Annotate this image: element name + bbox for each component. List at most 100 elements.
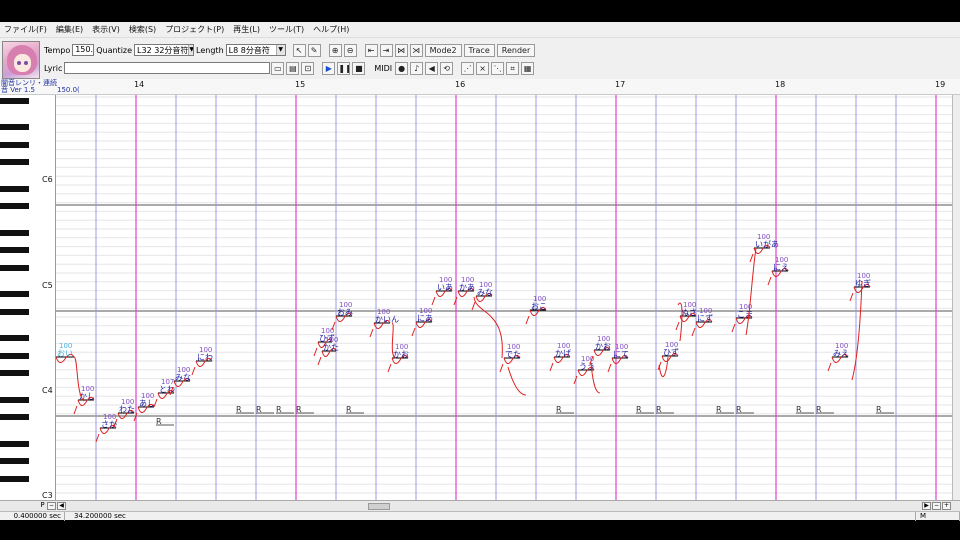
menu-view[interactable]: 表示(V): [92, 24, 120, 35]
jump-start-icon[interactable]: ⇤: [364, 43, 378, 57]
loop-icon[interactable]: ⟲: [440, 61, 454, 75]
rest-label[interactable]: R: [346, 405, 352, 414]
rest-label[interactable]: R: [156, 417, 162, 426]
pointer-tool-icon[interactable]: ↖: [292, 43, 306, 57]
horizontal-scrollbar[interactable]: P − ◀ ▶ − +: [0, 500, 960, 511]
black-key[interactable]: [0, 440, 29, 447]
rest-label[interactable]: R: [256, 405, 262, 414]
note-lyric[interactable]: みえ: [833, 349, 849, 358]
vertical-scrollbar[interactable]: [952, 95, 960, 500]
record-icon[interactable]: ●: [395, 61, 409, 75]
rest-label[interactable]: R: [656, 405, 662, 414]
menu-edit[interactable]: 編集(E): [56, 24, 83, 35]
tempo-marker[interactable]: 150.0(: [57, 87, 80, 94]
length-select[interactable]: L8 8分音符 ▼: [225, 44, 286, 56]
menu-playback[interactable]: 再生(L): [233, 24, 260, 35]
render-button[interactable]: Render: [496, 43, 536, 57]
note-lyric[interactable]: うう: [579, 362, 595, 371]
piano-keyboard[interactable]: C6 C5 C4 C3: [0, 95, 56, 500]
jump-end-icon[interactable]: ⇥: [379, 43, 393, 57]
note-lyric[interactable]: かげ: [555, 349, 571, 358]
black-key[interactable]: [0, 203, 29, 210]
black-key[interactable]: [0, 475, 29, 482]
lyric-input[interactable]: [64, 62, 271, 74]
menu-project[interactable]: プロジェクト(P): [165, 24, 224, 35]
quantize-select[interactable]: L32 32分音符 ▼: [134, 44, 195, 56]
rest-label[interactable]: R: [816, 405, 822, 414]
note-lyric[interactable]: みな: [175, 373, 191, 382]
piano-roll[interactable]: おい 100 かし 100 さか 100 わた 100 あし 100 とわ 107 みな 100 にわ 100…: [56, 95, 952, 500]
rest-label[interactable]: R: [636, 405, 642, 414]
note-lyric[interactable]: かお: [595, 342, 611, 351]
menu-search[interactable]: 検索(S): [129, 24, 156, 35]
rest-label[interactable]: R: [876, 405, 882, 414]
pitch-tool-3-icon[interactable]: ⋱: [491, 61, 505, 75]
black-key[interactable]: [0, 291, 29, 298]
note-lyric[interactable]: にあ: [417, 314, 433, 323]
note-lyric[interactable]: いあ: [437, 283, 453, 292]
note-lyric[interactable]: こま: [737, 310, 753, 319]
rest-label[interactable]: R: [556, 405, 562, 414]
mode2-button[interactable]: Mode2: [424, 43, 462, 57]
black-key[interactable]: [0, 247, 29, 254]
metronome-icon[interactable]: ♪: [410, 61, 424, 75]
rest-label[interactable]: R: [796, 405, 802, 414]
black-key[interactable]: [0, 159, 29, 166]
tempo-input[interactable]: 150.0: [72, 44, 95, 56]
singer-avatar[interactable]: [2, 41, 40, 79]
black-key[interactable]: [0, 124, 29, 130]
mode-c-icon[interactable]: ⊡: [301, 61, 315, 75]
pitch-tool-4-icon[interactable]: ⌗: [506, 61, 520, 75]
rest-label[interactable]: R: [276, 405, 282, 414]
pitch-tool-2-icon[interactable]: ⨯: [476, 61, 490, 75]
zoom-in-icon[interactable]: ⊕: [328, 43, 342, 57]
note-lyric[interactable]: かいん: [375, 315, 399, 324]
rest-label[interactable]: R: [716, 405, 722, 414]
stop-icon[interactable]: ■: [352, 61, 366, 75]
note-lyric[interactable]: わた: [119, 405, 135, 414]
black-key[interactable]: [0, 141, 29, 148]
speaker-icon[interactable]: ◀: [425, 61, 439, 75]
black-key[interactable]: [0, 335, 29, 341]
pause-icon[interactable]: ❚❚: [337, 61, 351, 75]
zoom-out-icon[interactable]: ⊖: [343, 43, 357, 57]
menu-tools[interactable]: ツール(T): [269, 24, 304, 35]
pitch-tool-1-icon[interactable]: ⋰: [461, 61, 475, 75]
black-key[interactable]: [0, 458, 29, 465]
black-key[interactable]: [0, 97, 29, 104]
note-lyric[interactable]: ぬさ: [681, 308, 697, 317]
note-lyric[interactable]: おみ: [337, 308, 353, 317]
piano-roll-canvas[interactable]: おい100かし100さか100わた100 あし100とわ107 みな100にわ100…: [56, 95, 952, 500]
split-icon[interactable]: ⋈: [394, 43, 408, 57]
note-lyric[interactable]: みな: [477, 288, 493, 297]
black-key[interactable]: [0, 264, 29, 271]
rest-label[interactable]: R: [236, 405, 242, 414]
note-lyric[interactable]: でた: [505, 350, 521, 359]
pencil-tool-icon[interactable]: ✎: [307, 43, 321, 57]
scroll-left-icon[interactable]: ◀: [57, 502, 66, 510]
note-lyric[interactable]: かあ: [459, 283, 475, 292]
black-key[interactable]: [0, 414, 29, 421]
note-lyric[interactable]: にえ: [773, 263, 789, 272]
note-lyric[interactable]: とわ: [159, 385, 175, 394]
trace-button[interactable]: Trace: [463, 43, 495, 57]
black-key[interactable]: [0, 352, 29, 359]
menu-file[interactable]: ファイル(F): [4, 24, 47, 35]
rest-label[interactable]: R: [736, 405, 742, 414]
rest-label[interactable]: R: [296, 405, 302, 414]
note-lyric[interactable]: にて: [613, 350, 629, 359]
menu-help[interactable]: ヘルプ(H): [313, 24, 349, 35]
note-lyric[interactable]: かた: [323, 343, 339, 352]
black-key[interactable]: [0, 308, 29, 315]
minus-icon[interactable]: −: [47, 502, 56, 510]
play-icon[interactable]: ▶: [322, 61, 336, 75]
black-key[interactable]: [0, 229, 29, 236]
pitch-tool-5-icon[interactable]: ▦: [521, 61, 535, 75]
mode-a-icon[interactable]: ▭: [271, 61, 285, 75]
scroll-right-icon[interactable]: ▶: [922, 502, 931, 510]
note-lyric[interactable]: おい: [57, 349, 73, 358]
plus-icon[interactable]: +: [942, 502, 951, 510]
note-lyric[interactable]: あし: [139, 399, 155, 408]
merge-icon[interactable]: ⋊: [409, 43, 423, 57]
black-key[interactable]: [0, 396, 29, 403]
